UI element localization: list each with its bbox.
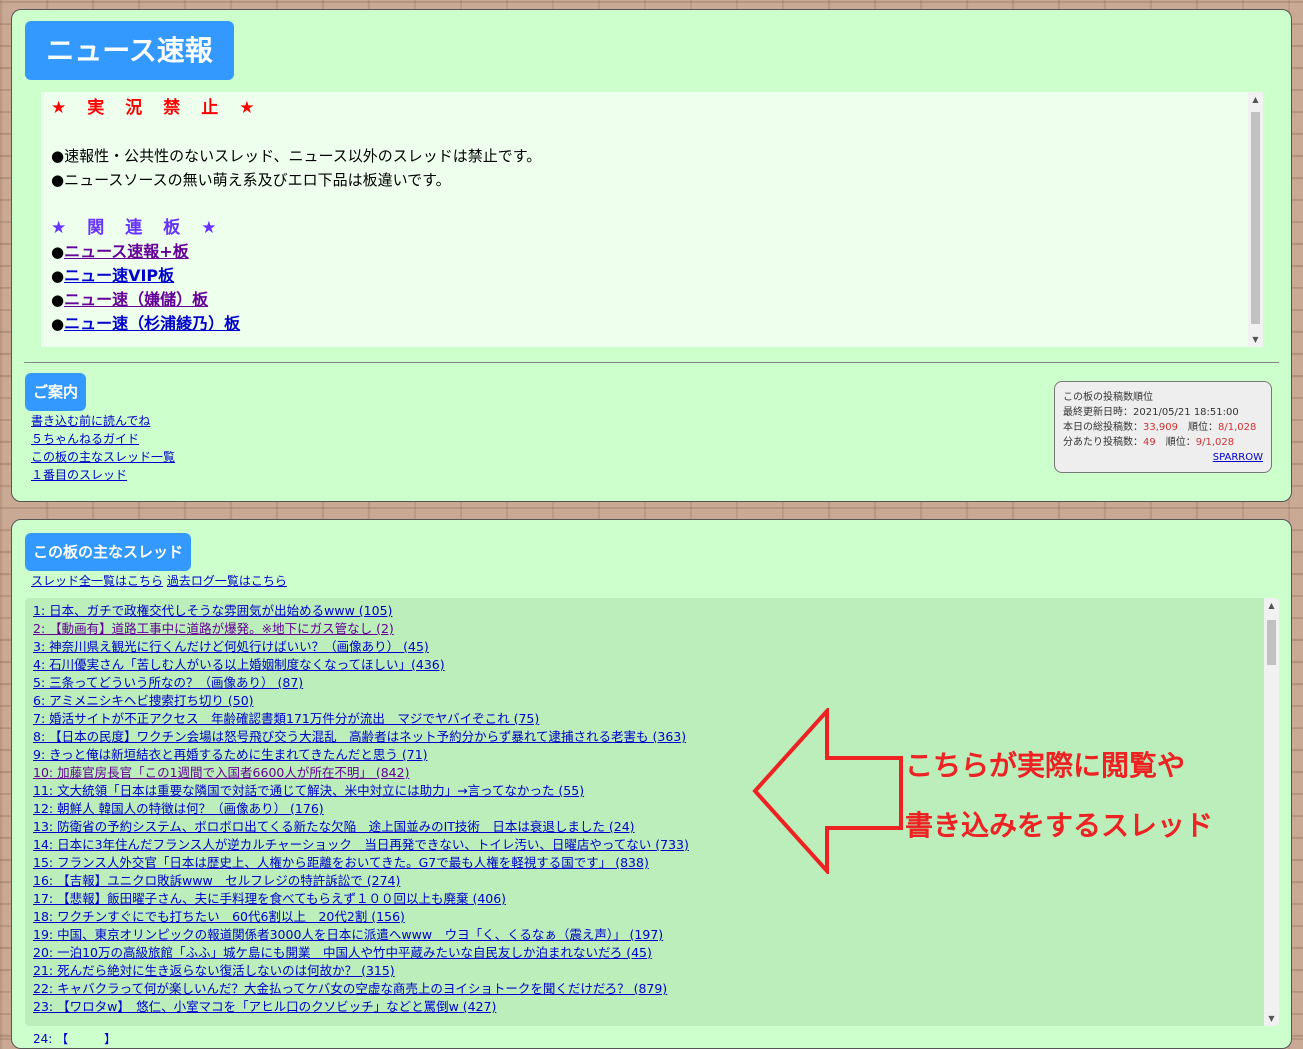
thread-link[interactable]: 22: キャバクラって何が楽しいんだ？大金払ってケバ女の空虚な商売上のヨイショト…	[33, 980, 1279, 998]
bullet: ●	[51, 315, 65, 333]
today-label: 本日の総投稿数：	[1063, 422, 1143, 433]
thread-link[interactable]: 2: 【動画有】道路工事中に道路が爆発。※地下にガス管なし (2)	[33, 620, 1279, 638]
threads-heading: この板の主なスレッド	[25, 533, 192, 571]
rules-heading: ★ 実 況 禁 止 ★	[51, 98, 257, 118]
related-board-link-vip[interactable]: ニュー速VIP板	[64, 266, 174, 285]
board-header-panel: ニュース速報 ★ 実 況 禁 止 ★ ●速報性・公共性のないスレッド、ニュース以…	[11, 9, 1292, 502]
thread-link[interactable]: 16: 【吉報】ユニクロ敗訴www セルフレジの特許訴訟で (274)	[33, 872, 1279, 890]
thread-link[interactable]: 11: 文大統領「日本は重要な隣国で対話で通じて解決、米中対立には助力」→言って…	[33, 782, 1279, 800]
rank-label: 順位：	[1165, 437, 1196, 448]
per-min-rank: 9/1,028	[1195, 437, 1235, 448]
rule-line-2: ●ニュースソースの無い萌え系及びエロ下品は板違いです。	[51, 171, 451, 189]
annotation-line-2: 書き込みをするスレッド	[905, 809, 1214, 842]
scroll-thumb[interactable]	[1267, 620, 1276, 665]
past-log-link[interactable]: 過去ログ一覧はこちら	[167, 574, 287, 588]
related-board-link-sugiura[interactable]: ニュー速（杉浦綾乃）板	[64, 314, 240, 333]
guide-links: 書き込む前に読んでね ５ちゃんねるガイド この板の主なスレッド一覧 １番目のスレ…	[31, 412, 175, 484]
per-min-value: 49	[1143, 437, 1156, 448]
bullet: ●	[51, 291, 65, 309]
thread-link[interactable]: 18: ワクチンすぐにでも打ちたい 60代6割以上 20代2割 (156)	[33, 908, 1279, 926]
updated-label: 最終更新日時：	[1063, 407, 1133, 418]
guide-link-5ch-guide[interactable]: ５ちゃんねるガイド	[31, 430, 175, 448]
related-boards-heading: ★ 関 連 板 ★	[51, 218, 219, 238]
related-board-row: ●ニュース速報+板	[51, 240, 1263, 264]
post-ranking-box: この板の投稿数順位 最終更新日時：2021/05/21 18:51:00 本日の…	[1054, 381, 1272, 473]
thread-link[interactable]: 4: 石川優実さん「苦しむ人がいる以上婚姻制度なくなってほしい」(436)	[33, 656, 1279, 674]
today-value: 33,909	[1143, 422, 1178, 433]
related-board-row: ●ニュー速VIP板	[51, 264, 1263, 288]
scroll-up-icon[interactable]: ▲	[1248, 92, 1263, 107]
today-rank: 8/1,028	[1218, 422, 1257, 433]
rule-line-1: ●速報性・公共性のないスレッド、ニュース以外のスレッドは禁止です。	[51, 147, 542, 165]
updated-value: 2021/05/21 18:51:00	[1133, 407, 1239, 418]
thread-link[interactable]: 19: 中国、東京オリンピックの報道関係者3000人を日本に派遣へwww ウヨ「…	[33, 926, 1279, 944]
thread-scrollbar[interactable]: ▲ ▼	[1264, 598, 1279, 1026]
scroll-down-icon[interactable]: ▼	[1264, 1011, 1279, 1026]
thread-link[interactable]: 21: 死んだら絶対に生き返らない復活しないのは何故か？ (315)	[33, 962, 1279, 980]
thread-link[interactable]: 15: フランス人外交官「日本は歴史上、人権から距離をおいてきた。G7で最も人権…	[33, 854, 1279, 872]
annotation-line-1: こちらが実際に閲覧や	[905, 749, 1186, 782]
thread-link[interactable]: 20: 一泊10万の高級旅館「ふふ」城ケ島にも開業 中国人や竹中平蔵みたいな自民…	[33, 944, 1279, 962]
related-board-row: ●ニュー速（嫌儲）板	[51, 288, 1263, 312]
guide-link-first-thread[interactable]: １番目のスレッド	[31, 466, 175, 484]
rank-label: 順位：	[1188, 422, 1218, 433]
board-rules-box: ★ 実 況 禁 止 ★ ●速報性・公共性のないスレッド、ニュース以外のスレッドは…	[41, 92, 1263, 347]
related-board-link-news-plus[interactable]: ニュース速報+板	[64, 242, 189, 261]
board-title: ニュース速報	[25, 21, 234, 80]
thread-top-links: スレッド全一覧はこちら 過去ログ一覧はこちら	[31, 572, 287, 590]
thread-link[interactable]: 7: 婚活サイトが不正アクセス 年齢確認書類171万件分が流出 マジでヤバイぞこ…	[33, 710, 1279, 728]
guide-heading: ご案内	[25, 373, 87, 411]
bullet: ●	[51, 243, 65, 261]
related-board-link-kenmo[interactable]: ニュー速（嫌儲）板	[64, 290, 208, 309]
guide-link-read-first[interactable]: 書き込む前に読んでね	[31, 412, 175, 430]
scroll-down-icon[interactable]: ▼	[1248, 332, 1263, 347]
guide-link-thread-list[interactable]: この板の主なスレッド一覧	[31, 448, 175, 466]
divider	[24, 362, 1279, 363]
ranking-updated-row: 最終更新日時：2021/05/21 18:51:00	[1063, 405, 1271, 420]
scroll-up-icon[interactable]: ▲	[1264, 598, 1279, 613]
related-board-row: ●ニュー速（杉浦綾乃）板	[51, 312, 1263, 336]
sparrow-link[interactable]: SPARROW	[1063, 450, 1271, 465]
threads-panel: この板の主なスレッド スレッド全一覧はこちら 過去ログ一覧はこちら 1: 日本、…	[11, 519, 1292, 1049]
thread-link[interactable]: 1: 日本、ガチで政権交代しそうな雰囲気が出始めるwww (105)	[33, 602, 1279, 620]
thread-link[interactable]: 6: アミメニシキヘビ捜索打ち切り (50)	[33, 692, 1279, 710]
all-threads-link[interactable]: スレッド全一覧はこちら	[31, 574, 163, 588]
per-min-label: 分あたり投稿数：	[1063, 437, 1143, 448]
rules-scrollbar[interactable]: ▲ ▼	[1248, 92, 1263, 347]
scroll-thumb[interactable]	[1251, 112, 1260, 324]
ranking-title: この板の投稿数順位	[1063, 392, 1153, 403]
thread-link[interactable]: 3: 神奈川県え観光に行くんだけど何処行けばいい？（画像あり） (45)	[33, 638, 1279, 656]
left-arrow-icon	[752, 708, 903, 874]
clipped-thread-link[interactable]: 24: 【 】	[33, 1030, 116, 1047]
thread-link[interactable]: 23: 【ワロタw】 悠仁、小室マコを「アヒル口のクソビッチ」などと罵倒w (4…	[33, 998, 1279, 1016]
thread-link[interactable]: 5: 三条ってどういう所なの？（画像あり） (87)	[33, 674, 1279, 692]
thread-link[interactable]: 17: 【悲報】飯田曜子さん、夫に手料理を食べてもらえず１００回以上も廃棄 (4…	[33, 890, 1279, 908]
bullet: ●	[51, 267, 65, 285]
ranking-permin-row: 分あたり投稿数：49 順位：9/1,028	[1063, 435, 1271, 450]
ranking-today-row: 本日の総投稿数：33,909 順位：8/1,028	[1063, 420, 1271, 435]
